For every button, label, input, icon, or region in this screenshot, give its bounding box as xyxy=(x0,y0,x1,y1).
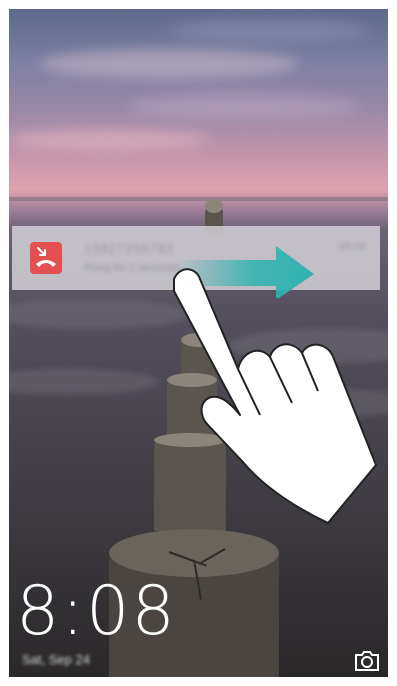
swipe-hand-icon xyxy=(173,268,377,524)
lock-date: Sat, Sep 24 xyxy=(22,652,90,667)
notification-title: 15827256782 xyxy=(84,241,175,256)
lock-clock: 8:08 xyxy=(16,572,177,651)
notification-time: 08:08 xyxy=(338,241,366,253)
missed-call-icon xyxy=(30,242,62,274)
camera-icon[interactable] xyxy=(354,650,380,672)
